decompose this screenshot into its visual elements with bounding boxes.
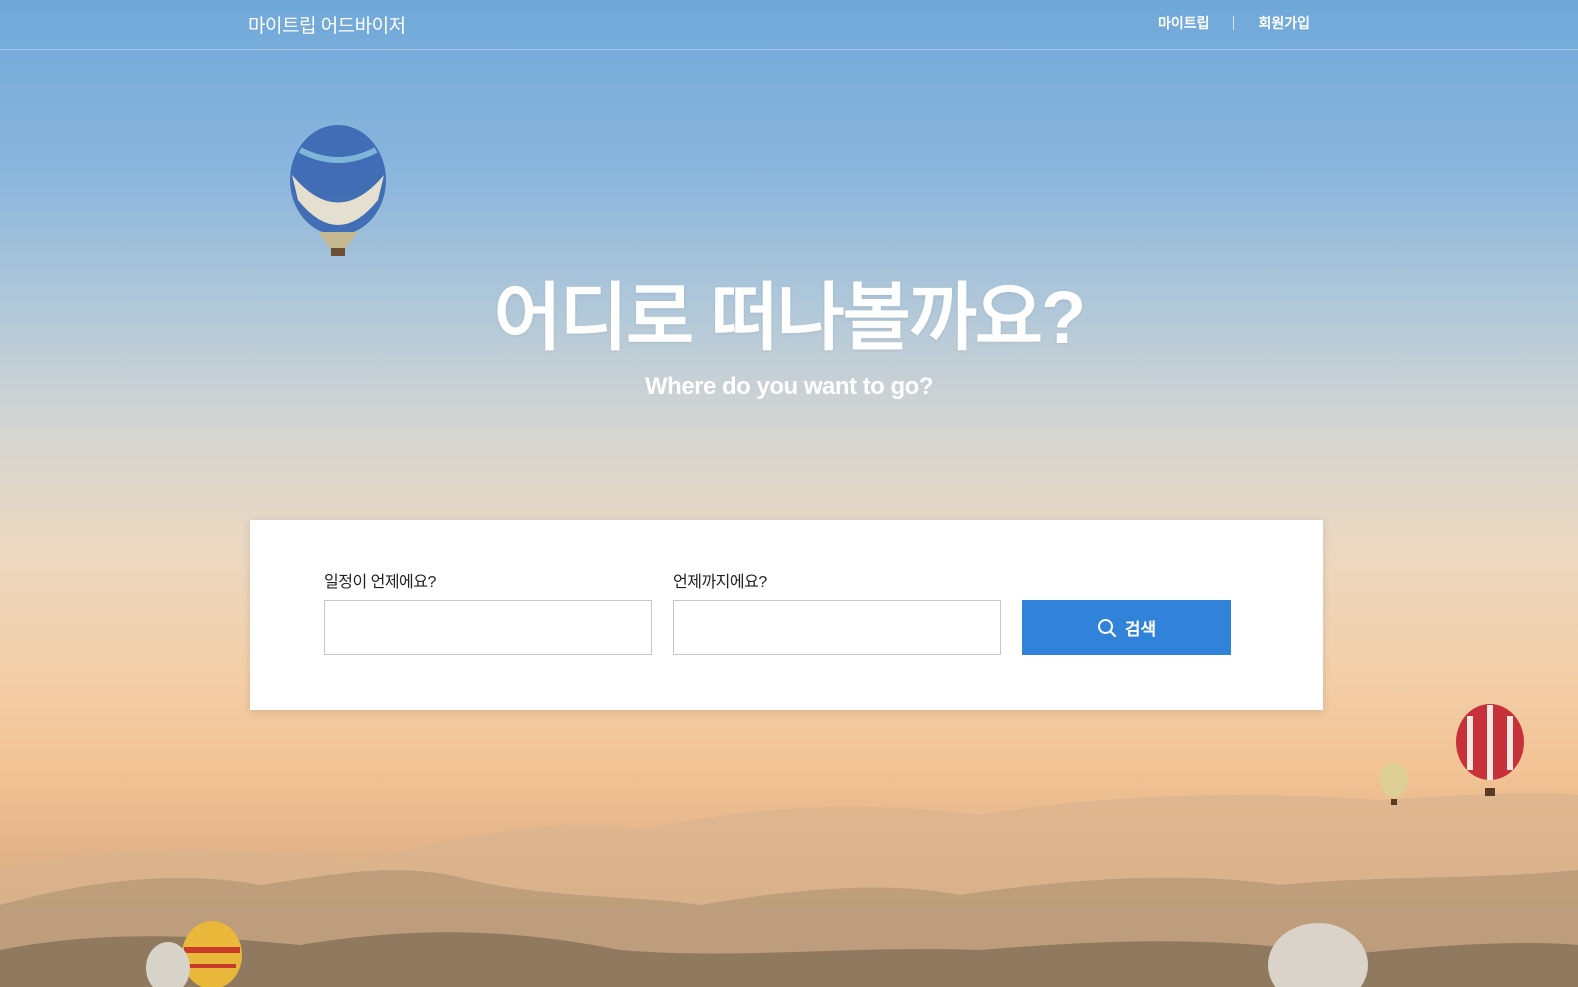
hero-subtitle: Where do you want to go?: [645, 373, 933, 400]
start-date-input[interactable]: [324, 600, 652, 655]
search-card: 일정이 언제에요? 언제까지에요? 검색: [250, 520, 1323, 710]
brand-logo-link[interactable]: 마이트립 어드바이저: [248, 11, 406, 38]
header-nav: 마이트립 회원가입: [1158, 13, 1310, 33]
balloon-red: [1456, 704, 1524, 796]
search-icon: [1097, 618, 1116, 637]
nav-divider: [1233, 16, 1235, 30]
start-date-label: 일정이 언제에요?: [324, 574, 436, 591]
balloon-large: [290, 125, 386, 256]
nav-my-trip-link[interactable]: 마이트립: [1158, 13, 1210, 33]
hero-background: 마이트립 어드바이저 마이트립 회원가입 어디로 떠나볼까요? Where do…: [0, 0, 1578, 987]
top-navigation-bar: 마이트립 어드바이저 마이트립 회원가입: [0, 0, 1578, 50]
balloon-yellow: [182, 921, 242, 987]
nav-signup-link[interactable]: 회원가입: [1258, 13, 1310, 33]
landscape-illustration: [0, 125, 1578, 987]
end-date-label: 언제까지에요?: [673, 574, 767, 591]
search-button-label: 검색: [1124, 620, 1157, 639]
hero-title: 어디로 떠나볼까요?: [493, 276, 1086, 359]
search-button[interactable]: 검색: [1022, 600, 1231, 655]
end-date-input[interactable]: [673, 600, 1001, 655]
